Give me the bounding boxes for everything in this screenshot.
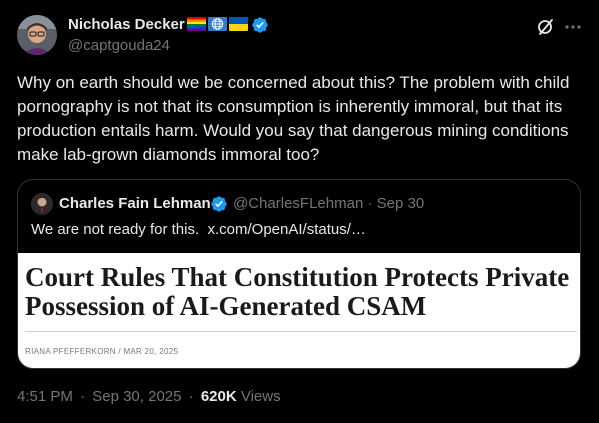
- author-flag-emojis: [187, 17, 248, 31]
- author-handle[interactable]: @captgouda24: [68, 37, 170, 54]
- quoted-separator: ·: [367, 195, 373, 212]
- views-label: Views: [240, 388, 281, 405]
- quoted-author-avatar[interactable]: [31, 193, 53, 215]
- quoted-time[interactable]: Sep 30: [377, 195, 425, 212]
- article-byline: RIANA PFEFFERKORN / MAR 20, 2025: [25, 347, 179, 356]
- tweet-post: Nicholas Decker @captgouda24 Why on eart…: [0, 0, 599, 423]
- quoted-handle[interactable]: @CharlesFLehman: [233, 195, 363, 212]
- more-options-icon[interactable]: [562, 16, 584, 38]
- article-divider: [25, 331, 577, 332]
- quoted-text-body: We are not ready for this.: [31, 221, 200, 238]
- rainbow-flag-icon: [187, 17, 206, 31]
- quoted-text: We are not ready for this. x.com/OpenAI/…: [31, 221, 366, 238]
- quoted-link[interactable]: x.com/OpenAI/status/…: [207, 221, 365, 238]
- author-name[interactable]: Nicholas Decker: [68, 16, 185, 33]
- article-headline: Court Rules That Constitution Protects P…: [25, 262, 570, 321]
- quoted-article-image[interactable]: Court Rules That Constitution Protects P…: [18, 253, 580, 368]
- meta-separator: ·: [80, 388, 86, 405]
- ukraine-flag-icon: [229, 17, 248, 31]
- quoted-tweet-card[interactable]: Charles Fain Lehman @CharlesFLehman · Se…: [17, 179, 581, 369]
- tweet-date: Sep 30, 2025: [92, 388, 182, 405]
- meta-separator-2: ·: [188, 388, 194, 405]
- globe-icon: [208, 17, 227, 31]
- quoted-handle-and-time[interactable]: @CharlesFLehman · Sep 30: [233, 195, 424, 212]
- tweet-timestamp[interactable]: 4:51 PM · Sep 30, 2025: [17, 388, 181, 405]
- views-count[interactable]: 620K: [201, 388, 237, 405]
- grok-icon[interactable]: [536, 17, 556, 37]
- tweet-meta: 4:51 PM · Sep 30, 2025 · 620K Views: [17, 388, 281, 405]
- verified-badge-icon: [252, 17, 268, 33]
- author-avatar[interactable]: [17, 15, 57, 55]
- tweet-time: 4:51 PM: [17, 388, 73, 405]
- quoted-verified-badge-icon: [211, 196, 227, 212]
- tweet-text: Why on earth should we be concerned abou…: [17, 73, 570, 164]
- quoted-author-name[interactable]: Charles Fain Lehman: [59, 195, 211, 212]
